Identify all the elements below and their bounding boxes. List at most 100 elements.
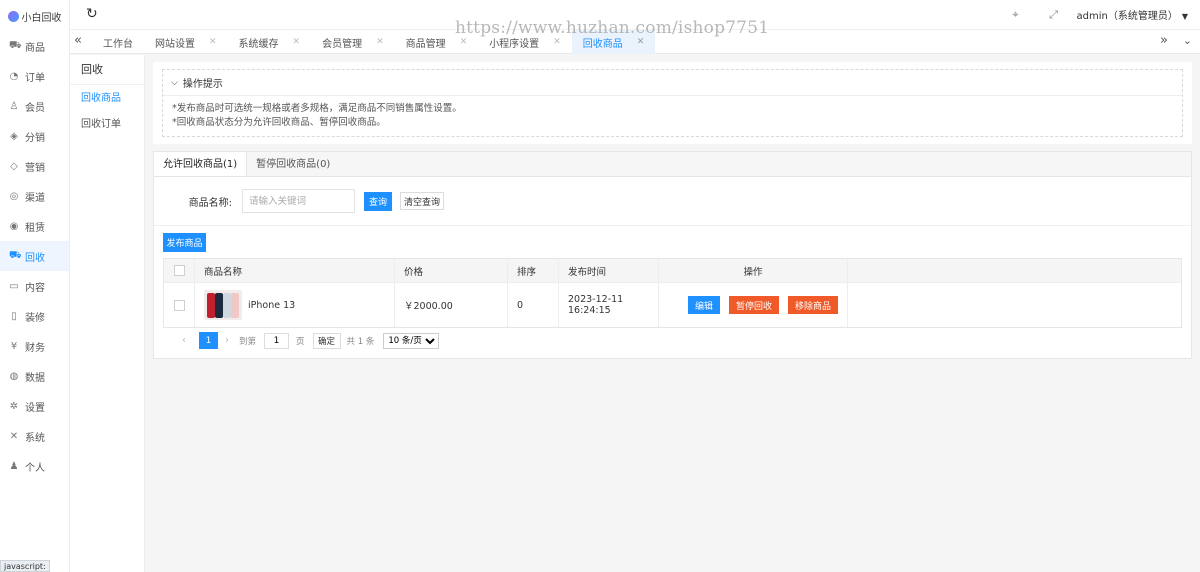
tip-line: *回收商品状态分为允许回收商品、暂停回收商品。 <box>172 117 386 128</box>
sidebar-item-goods[interactable]: ⛟ 商品 <box>0 31 69 61</box>
remove-goods-button[interactable]: 移除商品 <box>788 296 839 314</box>
product-price: ￥2000.00 <box>395 283 508 327</box>
tab-member-management[interactable]: 会员管理 ✕ <box>311 30 395 54</box>
sidebar-item-label: 设置 <box>25 402 45 414</box>
col-sort: 排序 <box>508 259 559 282</box>
status-bar: javascript: <box>0 560 50 572</box>
tabs-scroll-right-icon[interactable]: » <box>1160 33 1168 48</box>
tab-label: 系统缓存 <box>238 38 279 50</box>
sidebar-item-label: 装修 <box>25 312 45 324</box>
sidebar-item-settings[interactable]: ✲ 设置 <box>0 391 69 421</box>
select-all-checkbox[interactable] <box>173 265 185 276</box>
sidebar-item-label: 分销 <box>25 132 45 144</box>
sub-sidebar: 回收 回收商品 回收订单 <box>70 55 145 572</box>
close-icon[interactable]: ✕ <box>637 37 645 47</box>
row-checkbox[interactable] <box>173 299 185 311</box>
sidebar-item-label: 数据 <box>25 372 45 384</box>
close-icon[interactable]: ✕ <box>376 37 384 47</box>
publish-goods-button[interactable]: 发布商品 <box>163 233 206 252</box>
caret-down-icon: ▼ <box>1181 12 1188 21</box>
product-sort: 0 <box>508 283 559 327</box>
sidebar-item-personal[interactable]: ♟ 个人 <box>0 451 69 481</box>
tab-label: 会员管理 <box>322 38 363 50</box>
sidebar-item-distribution[interactable]: ◈ 分销 <box>0 121 69 151</box>
edit-button[interactable]: 编辑 <box>688 296 721 314</box>
sidebar-item-channel[interactable]: ◎ 渠道 <box>0 181 69 211</box>
col-name: 商品名称 <box>195 259 395 282</box>
sidebar-item-lease[interactable]: ◉ 租赁 <box>0 211 69 241</box>
tab-miniprogram-settings[interactable]: 小程序设置 ✕ <box>478 30 572 54</box>
tab-workbench[interactable]: 工作台 <box>92 30 144 54</box>
sidebar-item-label: 会员 <box>25 102 45 114</box>
sidebar-item-marketing[interactable]: ◇ 营销 <box>0 151 69 181</box>
tips-toggle[interactable]: ⌵ 操作提示 <box>163 70 1182 96</box>
goto-page-input[interactable] <box>264 332 290 349</box>
col-time: 发布时间 <box>559 259 659 282</box>
goods-table: 商品名称 价格 排序 发布时间 操作 iPhone 13 ￥2000.00 0 … <box>163 258 1182 328</box>
close-icon[interactable]: ✕ <box>293 37 301 47</box>
query-button[interactable]: 查询 <box>364 191 392 211</box>
logo[interactable]: 小白回收 <box>0 2 69 30</box>
layers-icon: ◈ <box>10 130 18 142</box>
search-label: 商品名称: <box>188 197 232 209</box>
tabs-scroll-left-icon[interactable]: « <box>74 33 88 48</box>
sidebar-item-decoration[interactable]: ▯ 装修 <box>0 301 69 331</box>
col-op: 操作 <box>659 259 848 282</box>
subnav-item-recycle-goods[interactable]: 回收商品 <box>70 86 144 111</box>
person-icon: ♟ <box>9 460 19 472</box>
pagination: ‹ 1 › 到第 页 确定 共 1 条 10 条/页 <box>163 328 1182 353</box>
clear-query-button[interactable]: 清空查询 <box>400 192 444 210</box>
sidebar-item-label: 营销 <box>25 162 45 174</box>
tab-goods-management[interactable]: 商品管理 ✕ <box>395 30 479 54</box>
fullscreen-icon[interactable]: ⤢ <box>1035 8 1073 22</box>
logo-text: 小白回收 <box>21 12 62 24</box>
table-header-row: 商品名称 价格 排序 发布时间 操作 <box>164 259 1181 283</box>
top-bar: ↻ ⌖ ⤢ admin（系统管理员） ▼ <box>70 0 1200 29</box>
search-input[interactable] <box>242 189 355 213</box>
product-time: 2023-12-11 16:24:15 <box>559 283 659 327</box>
goods-card: 允许回收商品(1) 暂停回收商品(0) 商品名称: 查询 清空查询 发布商品 商… <box>153 151 1192 359</box>
coin-icon: ◎ <box>9 190 19 202</box>
tools-icon: ✕ <box>9 430 19 442</box>
refresh-icon[interactable]: ↻ <box>86 6 98 22</box>
sidebar-item-label: 财务 <box>25 342 45 354</box>
tab-bar: « 工作台 网站设置 ✕ 系统缓存 ✕ 会员管理 ✕ 商品管理 ✕ 小程序设置 ✕ 回收商… <box>70 29 1200 54</box>
sidebar-item-members[interactable]: ♙ 会员 <box>0 91 69 121</box>
app-root: 小白回收 ⛟ 商品 ◔ 订单 ♙ 会员 ◈ 分销 ◇ 营销 ◎ 渠道 ◉ 租赁 ⛟ 回收 ▭ 内容… <box>0 0 1200 572</box>
diamond-icon: ◇ <box>10 160 18 172</box>
tab-system-cache[interactable]: 系统缓存 ✕ <box>228 30 312 54</box>
sidebar-item-label: 个人 <box>25 462 45 474</box>
prev-page-icon[interactable]: ‹ <box>182 335 196 346</box>
goto-confirm-button[interactable]: 确定 <box>312 332 341 349</box>
book-icon: ▭ <box>9 280 19 292</box>
current-page[interactable]: 1 <box>199 332 218 349</box>
sidebar-item-label: 订单 <box>25 72 45 84</box>
shield-icon: ◉ <box>9 220 19 232</box>
sidebar-item-system[interactable]: ✕ 系统 <box>0 421 69 451</box>
sidebar-item-data[interactable]: ◍ 数据 <box>0 361 69 391</box>
chevron-down-icon: ⌵ <box>171 77 178 88</box>
user-menu[interactable]: admin（系统管理员） ▼ <box>1077 7 1189 22</box>
sidebar-item-recycle[interactable]: ⛟ 回收 <box>0 241 69 271</box>
close-icon[interactable]: ✕ <box>209 37 217 47</box>
tab-site-settings[interactable]: 网站设置 ✕ <box>144 30 228 54</box>
close-icon[interactable]: ✕ <box>553 37 561 47</box>
next-page-icon[interactable]: › <box>225 335 239 346</box>
sidebar-item-content[interactable]: ▭ 内容 <box>0 271 69 301</box>
sidebar-item-finance[interactable]: ¥ 财务 <box>0 331 69 361</box>
subnav-item-recycle-orders[interactable]: 回收订单 <box>70 112 144 137</box>
chevron-down-icon[interactable]: ⌄ <box>1183 34 1192 47</box>
tab-recycle-goods[interactable]: 回收商品 ✕ <box>571 30 656 54</box>
tab-paused-goods[interactable]: 暂停回收商品(0) <box>247 152 339 176</box>
tag-icon[interactable]: ⌖ <box>997 8 1035 22</box>
pause-recycle-button[interactable]: 暂停回收 <box>729 296 780 314</box>
tab-allowed-goods[interactable]: 允许回收商品(1) <box>154 152 248 176</box>
sidebar-item-orders[interactable]: ◔ 订单 <box>0 61 69 91</box>
yen-icon: ¥ <box>10 340 18 352</box>
tips-panel: ⌵ 操作提示 *发布商品时可选统一规格或者多规格，满足商品不同销售属性设置。 *… <box>153 62 1192 144</box>
sidebar-item-label: 渠道 <box>25 192 45 204</box>
page-size-select[interactable]: 10 条/页 <box>383 332 440 349</box>
globe-icon: ◍ <box>9 370 19 382</box>
close-icon[interactable]: ✕ <box>460 37 468 47</box>
bell-icon: ◔ <box>9 70 19 82</box>
